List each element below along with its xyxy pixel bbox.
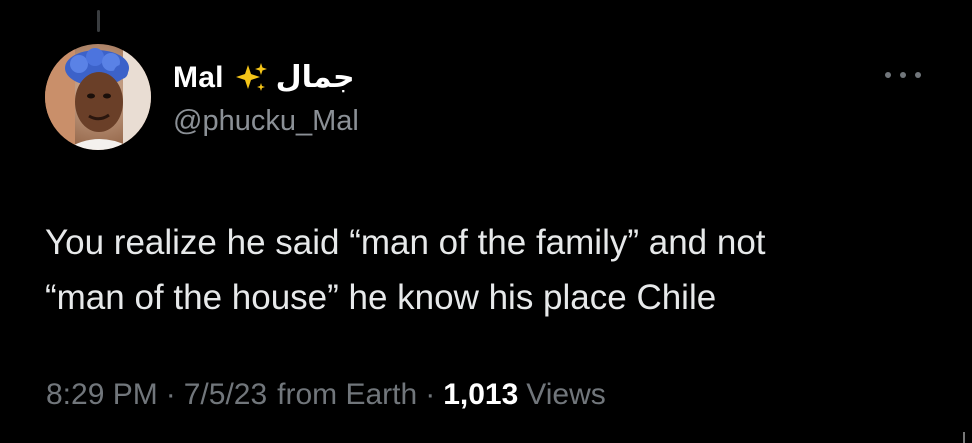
meta-separator: · bbox=[165, 378, 176, 411]
tweet-text: You realize he said “man of the family” … bbox=[45, 215, 945, 325]
author-handle[interactable]: @phucku_Mal bbox=[173, 105, 359, 138]
display-name-arabic[interactable]: جمال bbox=[276, 60, 355, 95]
views-label: Views bbox=[526, 378, 606, 411]
display-name[interactable]: Mal bbox=[173, 61, 224, 95]
tweet-date[interactable]: 7/5/23 bbox=[184, 378, 267, 412]
sparkles-icon bbox=[234, 61, 268, 95]
author-identity: Mal جمال @phucku_Mal bbox=[173, 57, 359, 138]
thread-connector-line bbox=[97, 10, 100, 32]
tweet-metadata: 8:29 PM · 7/5/23 from Earth · 1,013 View… bbox=[46, 378, 606, 412]
more-dot bbox=[900, 72, 906, 78]
avatar-photo bbox=[45, 44, 151, 150]
scrollbar-thumb[interactable] bbox=[963, 432, 965, 443]
avatar[interactable] bbox=[45, 44, 151, 150]
tweet-source: from Earth bbox=[277, 378, 418, 411]
tweet-text-line-1: You realize he said “man of the family” … bbox=[45, 223, 766, 262]
views-count: 1,013 bbox=[443, 378, 519, 411]
tweet-time[interactable]: 8:29 PM bbox=[46, 378, 158, 412]
tweet-text-line-2: “man of the house” he know his place Chi… bbox=[45, 278, 717, 317]
more-dot bbox=[885, 72, 891, 78]
more-horizontal-icon[interactable] bbox=[885, 70, 921, 80]
tweet-header: Mal جمال @phucku_Mal bbox=[45, 44, 359, 150]
author-name-row[interactable]: Mal جمال bbox=[173, 57, 359, 99]
more-dot bbox=[915, 72, 921, 78]
meta-separator: · bbox=[425, 378, 436, 411]
